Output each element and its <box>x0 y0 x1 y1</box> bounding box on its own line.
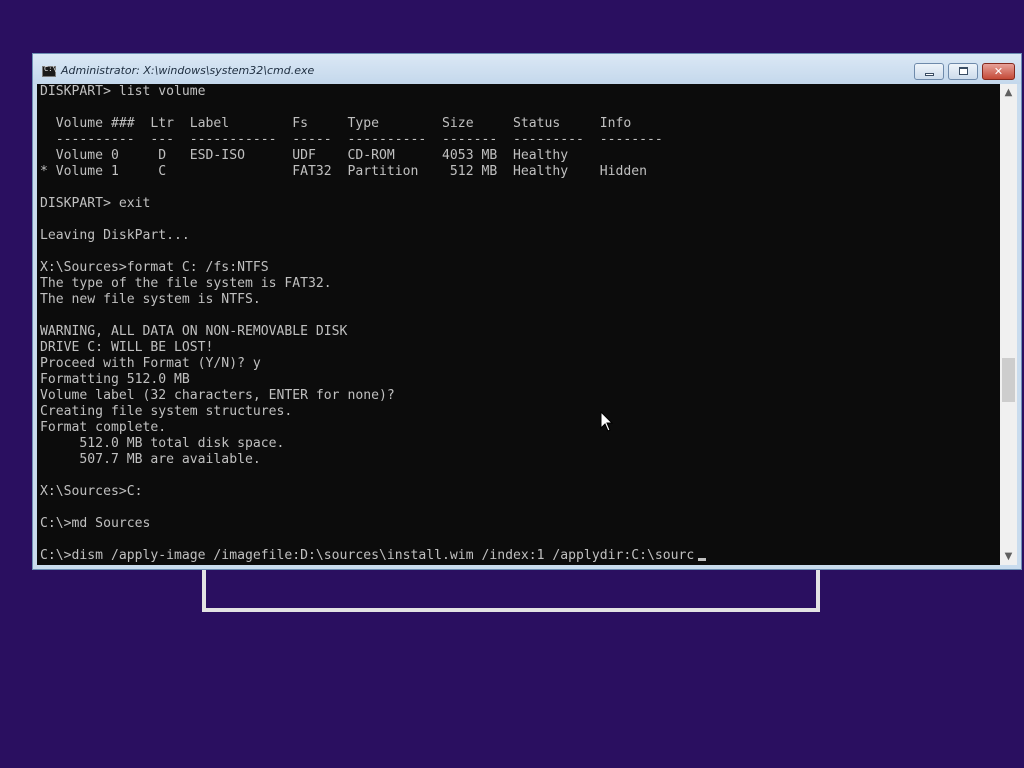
cmd-icon-text: C:\ <box>44 65 57 73</box>
text-cursor <box>698 558 706 561</box>
title-bar[interactable]: C:\ Administrator: X:\windows\system32\c… <box>33 54 1021 84</box>
mouse-pointer-icon <box>600 411 614 432</box>
scroll-down-arrow-icon[interactable]: ▼ <box>1000 548 1017 565</box>
console-output[interactable]: DISKPART> list volume Volume ### Ltr Lab… <box>37 84 1000 565</box>
scroll-thumb[interactable] <box>1002 358 1015 402</box>
desktop-background: C:\ Administrator: X:\windows\system32\c… <box>0 0 1024 768</box>
cmd-window[interactable]: C:\ Administrator: X:\windows\system32\c… <box>32 53 1022 570</box>
close-button[interactable]: ✕ <box>982 63 1015 80</box>
vertical-scrollbar[interactable]: ▲ ▼ <box>1000 84 1017 565</box>
maximize-button[interactable] <box>948 63 978 80</box>
close-icon: ✕ <box>993 65 1004 78</box>
background-setup-dialog <box>202 566 820 612</box>
window-title: Administrator: X:\windows\system32\cmd.e… <box>61 64 315 77</box>
minimize-button[interactable] <box>914 63 944 80</box>
scroll-up-arrow-icon[interactable]: ▲ <box>1000 84 1017 101</box>
maximize-icon <box>959 67 968 75</box>
minimize-icon <box>925 73 934 76</box>
console-text: DISKPART> list volume Volume ### Ltr Lab… <box>40 84 695 563</box>
cmd-icon: C:\ <box>42 65 57 77</box>
